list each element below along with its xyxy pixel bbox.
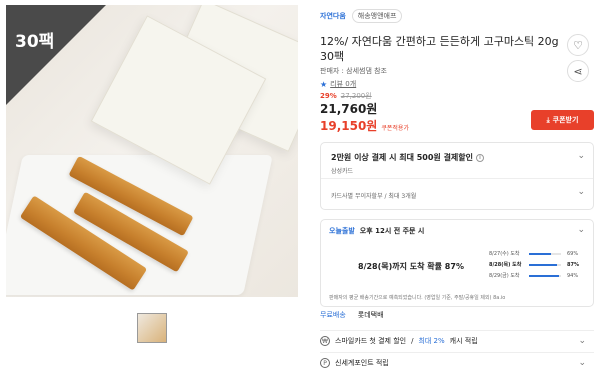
delivery-header: 오늘출발 오후 12시 전 주문 시 (329, 226, 424, 236)
original-price: 27,200원 (340, 92, 372, 100)
benefit-text: 스마일카드 첫 결제 할인 (335, 336, 407, 345)
info-icon[interactable]: i (476, 153, 485, 162)
card-icon: ₩ (320, 335, 330, 346)
discount-percent: 29% (320, 92, 337, 100)
arrival-bar (529, 274, 561, 277)
download-icon: ⤓ (546, 115, 550, 124)
chevron-down-icon[interactable]: ⌄ (577, 225, 585, 235)
badge-corner (6, 5, 106, 105)
benefit-sep: / (411, 336, 414, 345)
payment-heading: 2만원 이상 결제 시 최대 500원 결제할인 i (331, 152, 485, 163)
wishlist-heart-icon[interactable]: ♡ (567, 34, 589, 56)
benefit-row[interactable]: ₩ 스마일카드 첫 결제 할인 / 최대 2% 캐시 적립 ⌄ (320, 330, 594, 350)
arrival-bar-fill (529, 263, 557, 266)
arrival-percent: 87% (567, 261, 579, 268)
delivery-prediction-card: 오늘출발 오후 12시 전 주문 시 ⌄ 8/28(목)까지 도착 확률 87%… (320, 219, 594, 307)
shipping-tabs: 무료배송 롯데택배 (320, 310, 384, 320)
delivery-note: 판매자의 평균 배송기간으로 예측되었습니다. (영업일 기준, 주말/공휴일 … (329, 295, 506, 301)
benefit-row[interactable]: P 신세계포인트 적립 ⌄ (320, 352, 594, 368)
benefit-text: 신세계포인트 적립 (335, 358, 389, 367)
review-count[interactable]: 리뷰 0개 (330, 79, 356, 89)
arrival-percent: 94% (567, 272, 579, 279)
shop-link[interactable]: 해송앵앤애프 (351, 9, 403, 23)
arrival-bar-fill (529, 274, 560, 277)
category-link[interactable]: 자연다움 (320, 11, 346, 21)
chevron-down-icon[interactable]: ⌄ (577, 151, 585, 161)
pack-count-badge: 30팩 (15, 32, 55, 52)
arrival-row: 8/29(금) 도착 94% (489, 270, 589, 281)
share-icon[interactable]: ⋖ (567, 60, 589, 82)
coupon-price-note: 쿠폰적용가 (381, 125, 409, 132)
coupon-price: 19,150원 (320, 119, 378, 133)
card-name: 삼성카드 (331, 168, 354, 175)
arrival-percent: 69% (567, 250, 579, 257)
arrival-date: 8/28(목) 도착 (489, 262, 522, 268)
seller-info: 판매자 : 삼세썸댐 참조 (320, 67, 387, 75)
payment-discount-card[interactable]: 2만원 이상 결제 시 최대 500원 결제할인 i 삼성카드 ⌄ 카드사별 무이… (320, 142, 594, 210)
installment-info: 카드사별 무이자할부 / 최대 3개월 (331, 193, 417, 200)
coupon-button-label: 쿠폰받기 (552, 116, 579, 124)
coupon-price-line: 19,150원 쿠폰적용가 (320, 117, 409, 134)
arrival-distribution: 8/27(수) 도착 69% 8/28(목) 도착 87% 8/29(금) 도착 94… (489, 248, 589, 281)
rating-summary[interactable]: ★ 리뷰 0개 (320, 79, 356, 89)
payment-heading-text: 2만원 이상 결제 시 최대 500원 결제할인 (331, 153, 474, 162)
breadcrumb: 자연다움 해송앵앤애프 (320, 9, 403, 23)
chevron-down-icon[interactable]: ⌄ (578, 358, 586, 368)
today-ship-badge: 오늘출발 (329, 227, 355, 235)
product-thumbnail[interactable] (137, 313, 167, 343)
arrival-date: 8/29(금) 도착 (489, 273, 520, 279)
arrival-bar-fill (529, 252, 552, 255)
arrival-row: 8/28(목) 도착 87% (489, 259, 589, 270)
arrival-prediction: 8/28(목)까지 도착 확률 87% (358, 262, 464, 271)
product-main-image[interactable]: 30팩 (6, 5, 298, 297)
order-cutoff: 오후 12시 전 주문 시 (359, 227, 425, 235)
benefit-highlight: 최대 2% (418, 336, 445, 345)
tab-carrier[interactable]: 롯데택배 (358, 310, 384, 320)
info-panel: 자연다움 해송앵앤애프 ♡ ⋖ 12%/ 자연다움 간편하고 든든하게 고구마스… (314, 0, 600, 368)
chevron-down-icon[interactable]: ⌄ (578, 336, 586, 346)
chevron-down-icon[interactable]: ⌄ (577, 187, 585, 197)
arrival-date: 8/27(수) 도착 (489, 251, 520, 257)
image-panel: 30팩 (0, 0, 300, 368)
star-icon: ★ (320, 79, 328, 89)
product-title: 12%/ 자연다움 간편하고 든든하게 고구마스틱 20g 30팩 (320, 35, 559, 63)
divider (321, 178, 593, 179)
sale-price: 21,760원 (320, 102, 378, 116)
product-page: 30팩 자연다움 해송앵앤애프 ♡ ⋖ 12%/ 자연다움 간편하고 든든하게 … (0, 0, 600, 368)
arrival-bar (529, 263, 561, 266)
benefit-suffix: 캐시 적립 (449, 336, 478, 345)
coupon-button[interactable]: ⤓ 쿠폰받기 (531, 110, 594, 130)
arrival-bar (529, 252, 561, 255)
point-icon: P (320, 357, 330, 368)
tab-free-shipping[interactable]: 무료배송 (320, 310, 346, 320)
arrival-row: 8/27(수) 도착 69% (489, 248, 589, 259)
